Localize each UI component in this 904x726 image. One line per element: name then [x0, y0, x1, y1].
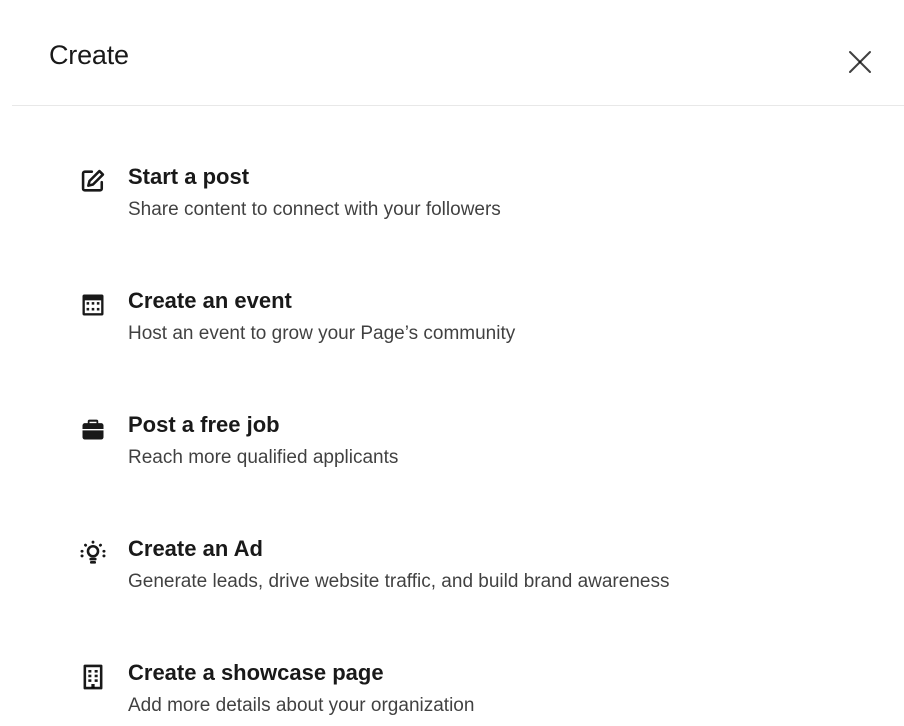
- create-ad-option[interactable]: Create an Ad Generate leads, drive websi…: [78, 532, 838, 602]
- option-label: Create a showcase page: [128, 660, 384, 685]
- post-free-job-option[interactable]: Post a free job Reach more qualified app…: [78, 408, 838, 478]
- option-description: Share content to connect with your follo…: [128, 199, 501, 220]
- dialog-title: Create: [49, 40, 129, 70]
- option-label: Start a post: [128, 164, 250, 189]
- option-description: Host an event to grow your Page’s commun…: [128, 323, 516, 344]
- option-description: Add more details about your organization: [128, 695, 475, 716]
- option-label: Create an Ad: [128, 536, 263, 561]
- create-showcase-page-option[interactable]: Create a showcase page Add more details …: [78, 656, 838, 726]
- option-label: Create an event: [128, 288, 292, 313]
- briefcase-icon: [78, 414, 108, 444]
- start-post-option[interactable]: Start a post Share content to connect wi…: [78, 160, 838, 230]
- close-icon: [849, 51, 871, 73]
- header-divider: [12, 105, 904, 106]
- building-icon: [78, 662, 108, 692]
- option-description: Reach more qualified applicants: [128, 447, 399, 468]
- dialog-header: Create: [0, 0, 904, 106]
- option-description: Generate leads, drive website traffic, a…: [128, 571, 670, 592]
- calendar-icon: [78, 290, 108, 320]
- compose-icon: [78, 166, 108, 196]
- option-label: Post a free job: [128, 412, 280, 437]
- close-button[interactable]: [838, 40, 882, 84]
- create-event-option[interactable]: Create an event Host an event to grow yo…: [78, 284, 838, 354]
- lightbulb-icon: [78, 538, 108, 568]
